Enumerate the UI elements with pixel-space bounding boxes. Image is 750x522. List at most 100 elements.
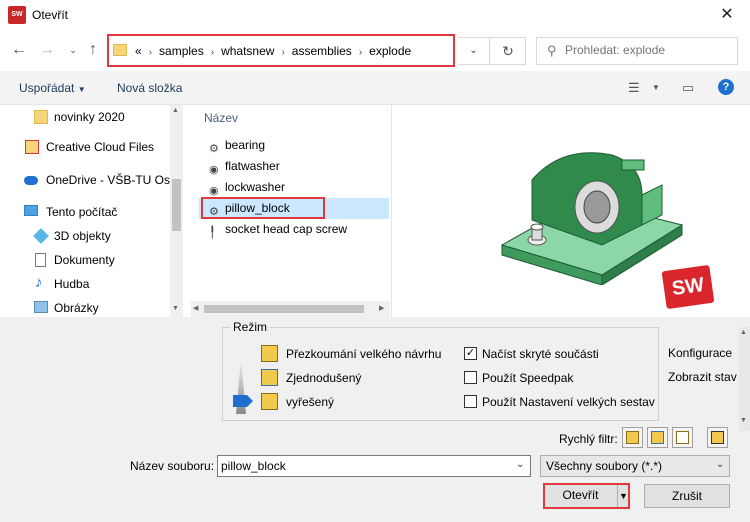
- close-icon[interactable]: ✕: [712, 4, 742, 26]
- scroll-down-arrow-icon[interactable]: ▼: [172, 305, 179, 312]
- file-row-flatwasher[interactable]: ◉ flatwasher: [199, 156, 389, 177]
- search-box[interactable]: ⚲: [536, 37, 738, 65]
- new-folder-button[interactable]: Nová složka: [117, 81, 182, 95]
- scroll-right-arrow-icon[interactable]: ▶: [379, 304, 384, 312]
- nav-item-documents[interactable]: Dokumenty: [0, 248, 170, 272]
- quick-filter-label: Rychlý filtr:: [559, 432, 618, 446]
- scroll-down-arrow-icon[interactable]: ▼: [740, 417, 747, 424]
- cancel-button[interactable]: Zrušit: [644, 484, 730, 508]
- window-title: Otevřít: [32, 8, 69, 22]
- file-type-select[interactable]: Všechny soubory (*.*) ⌄: [540, 455, 730, 477]
- nav-item-label: OneDrive - VŠB-TU Ost: [46, 173, 174, 187]
- chevron-down-icon[interactable]: ⌄: [516, 459, 524, 470]
- options-scrollbar[interactable]: ▲ ▼: [739, 327, 750, 431]
- checkbox-unchecked[interactable]: [464, 395, 477, 408]
- filter-top-level-assemblies-icon[interactable]: [707, 427, 728, 448]
- solidworks-logo: SW: [661, 264, 715, 310]
- folder-icon: [113, 44, 127, 56]
- breadcrumb-separator: ›: [148, 47, 153, 58]
- file-name-combobox[interactable]: ⌄: [217, 455, 531, 477]
- nav-item-creative-cloud[interactable]: Creative Cloud Files: [0, 135, 170, 159]
- view-caret-down-icon[interactable]: ▼: [652, 83, 660, 92]
- scroll-up-arrow-icon[interactable]: ▲: [740, 329, 747, 336]
- document-icon: [35, 253, 46, 267]
- command-bar: Uspořádat ▼ Nová složka ☰ ▼ ▭ ?: [0, 71, 750, 105]
- nav-item-this-pc[interactable]: Tento počítač: [0, 200, 170, 224]
- filter-assemblies-icon[interactable]: [647, 427, 668, 448]
- file-name-input[interactable]: [221, 459, 511, 473]
- up-arrow-icon[interactable]: ↑: [82, 39, 104, 61]
- large-design-review-icon: [261, 345, 278, 362]
- resolved-icon: [261, 393, 278, 410]
- file-name: socket head cap screw: [225, 222, 348, 236]
- file-row-pillow-block[interactable]: ⚙ pillow_block: [199, 197, 389, 219]
- checkbox-checked[interactable]: ✓: [464, 347, 477, 360]
- open-split-button[interactable]: Otevřít ▼: [543, 483, 630, 509]
- mode-label: Přezkoumání velkého návrhu: [286, 347, 442, 361]
- open-options-panel: Přezkoumání velkého návrhu Zjednodušený …: [0, 317, 750, 522]
- nav-item-label: Tento počítač: [46, 205, 118, 219]
- configuration-label: Konfigurace: [668, 346, 733, 360]
- back-arrow-icon[interactable]: ←: [8, 39, 30, 61]
- forward-arrow-icon[interactable]: →: [36, 39, 58, 61]
- mode-label: Zjednodušený: [286, 371, 362, 385]
- open-button[interactable]: Otevřít: [545, 488, 616, 502]
- nav-item-label: 3D objekty: [54, 229, 111, 243]
- help-icon[interactable]: ?: [718, 79, 734, 95]
- nav-item-music[interactable]: ♪ Hudba: [0, 272, 170, 296]
- nav-item-onedrive[interactable]: OneDrive - VŠB-TU Ost: [0, 168, 174, 192]
- creative-cloud-icon: [25, 140, 39, 154]
- caret-down-icon: ▼: [77, 85, 86, 94]
- address-controls: ⌄ ↻: [458, 37, 526, 65]
- preview-pane: SW: [391, 105, 750, 317]
- breadcrumb: « › samples › whatsnew › assemblies › explode: [135, 44, 411, 58]
- breadcrumb-overflow[interactable]: «: [135, 44, 142, 58]
- breadcrumb-assemblies[interactable]: assemblies: [292, 44, 352, 58]
- mode-slider-pointer-icon[interactable]: [233, 395, 253, 407]
- breadcrumb-separator: ›: [358, 47, 363, 58]
- nav-item-3d-objects[interactable]: 3D objekty: [0, 224, 170, 248]
- navigation-pane: novinky 2020 Creative Cloud Files OneDri…: [0, 105, 182, 317]
- open-options-caret-down-icon[interactable]: ▼: [617, 485, 629, 507]
- preview-pane-icon[interactable]: ▭: [682, 80, 694, 96]
- file-list-hscrollbar[interactable]: ◀ ▶: [191, 301, 390, 317]
- breadcrumb-explode[interactable]: explode: [369, 44, 411, 58]
- lightweight-icon: [261, 369, 278, 386]
- filter-parts-icon[interactable]: [622, 427, 643, 448]
- breadcrumb-whatsnew[interactable]: whatsnew: [221, 44, 274, 58]
- file-row-lockwasher[interactable]: ◉ lockwasher: [199, 177, 389, 198]
- scrollbar-thumb[interactable]: [172, 179, 181, 231]
- filter-drawings-icon[interactable]: [672, 427, 693, 448]
- address-dropdown-chevron-icon[interactable]: ⌄: [458, 38, 490, 64]
- nav-item-novinky-2020[interactable]: novinky 2020: [0, 105, 170, 129]
- file-row-socket-head-cap-screw[interactable]: ╿ socket head cap screw: [199, 219, 389, 240]
- nav-item-pictures[interactable]: Obrázky: [0, 296, 170, 317]
- file-row-bearing[interactable]: ⚙ bearing: [199, 135, 389, 156]
- pillow-block-preview-image: [500, 152, 684, 285]
- breadcrumb-samples[interactable]: samples: [159, 44, 204, 58]
- refresh-icon[interactable]: ↻: [492, 38, 524, 64]
- nav-scrollbar[interactable]: ▲ ▼: [170, 105, 183, 317]
- breadcrumb-separator: ›: [281, 47, 285, 58]
- file-name-label: Název souboru:: [130, 459, 215, 473]
- file-list: Název ⚙ bearing ◉ flatwasher ◉ lockwashe…: [191, 105, 390, 317]
- computer-icon: [24, 205, 38, 216]
- search-input[interactable]: [565, 43, 730, 57]
- part-file-icon: ╿: [209, 227, 216, 239]
- scroll-up-arrow-icon[interactable]: ▲: [172, 107, 179, 114]
- organize-button[interactable]: Uspořádat ▼: [19, 81, 86, 95]
- file-name: bearing: [225, 138, 266, 152]
- recent-locations-chevron-icon[interactable]: ⌄: [62, 39, 84, 61]
- nav-item-label: Hudba: [54, 277, 90, 291]
- scroll-left-arrow-icon[interactable]: ◀: [193, 304, 198, 312]
- title-bar: SW Otevřít ✕: [0, 0, 750, 31]
- cloud-icon: [24, 176, 38, 185]
- checkbox-label: Načíst skryté součásti: [482, 347, 599, 361]
- organize-label: Uspořádat: [19, 81, 75, 95]
- column-header-name[interactable]: Název: [204, 111, 238, 125]
- music-icon: ♪: [35, 274, 43, 291]
- scrollbar-thumb[interactable]: [204, 305, 364, 313]
- view-options-icon[interactable]: ☰: [628, 80, 640, 96]
- checkbox-unchecked[interactable]: [464, 371, 477, 384]
- address-bar[interactable]: « › samples › whatsnew › assemblies › explode: [107, 34, 455, 67]
